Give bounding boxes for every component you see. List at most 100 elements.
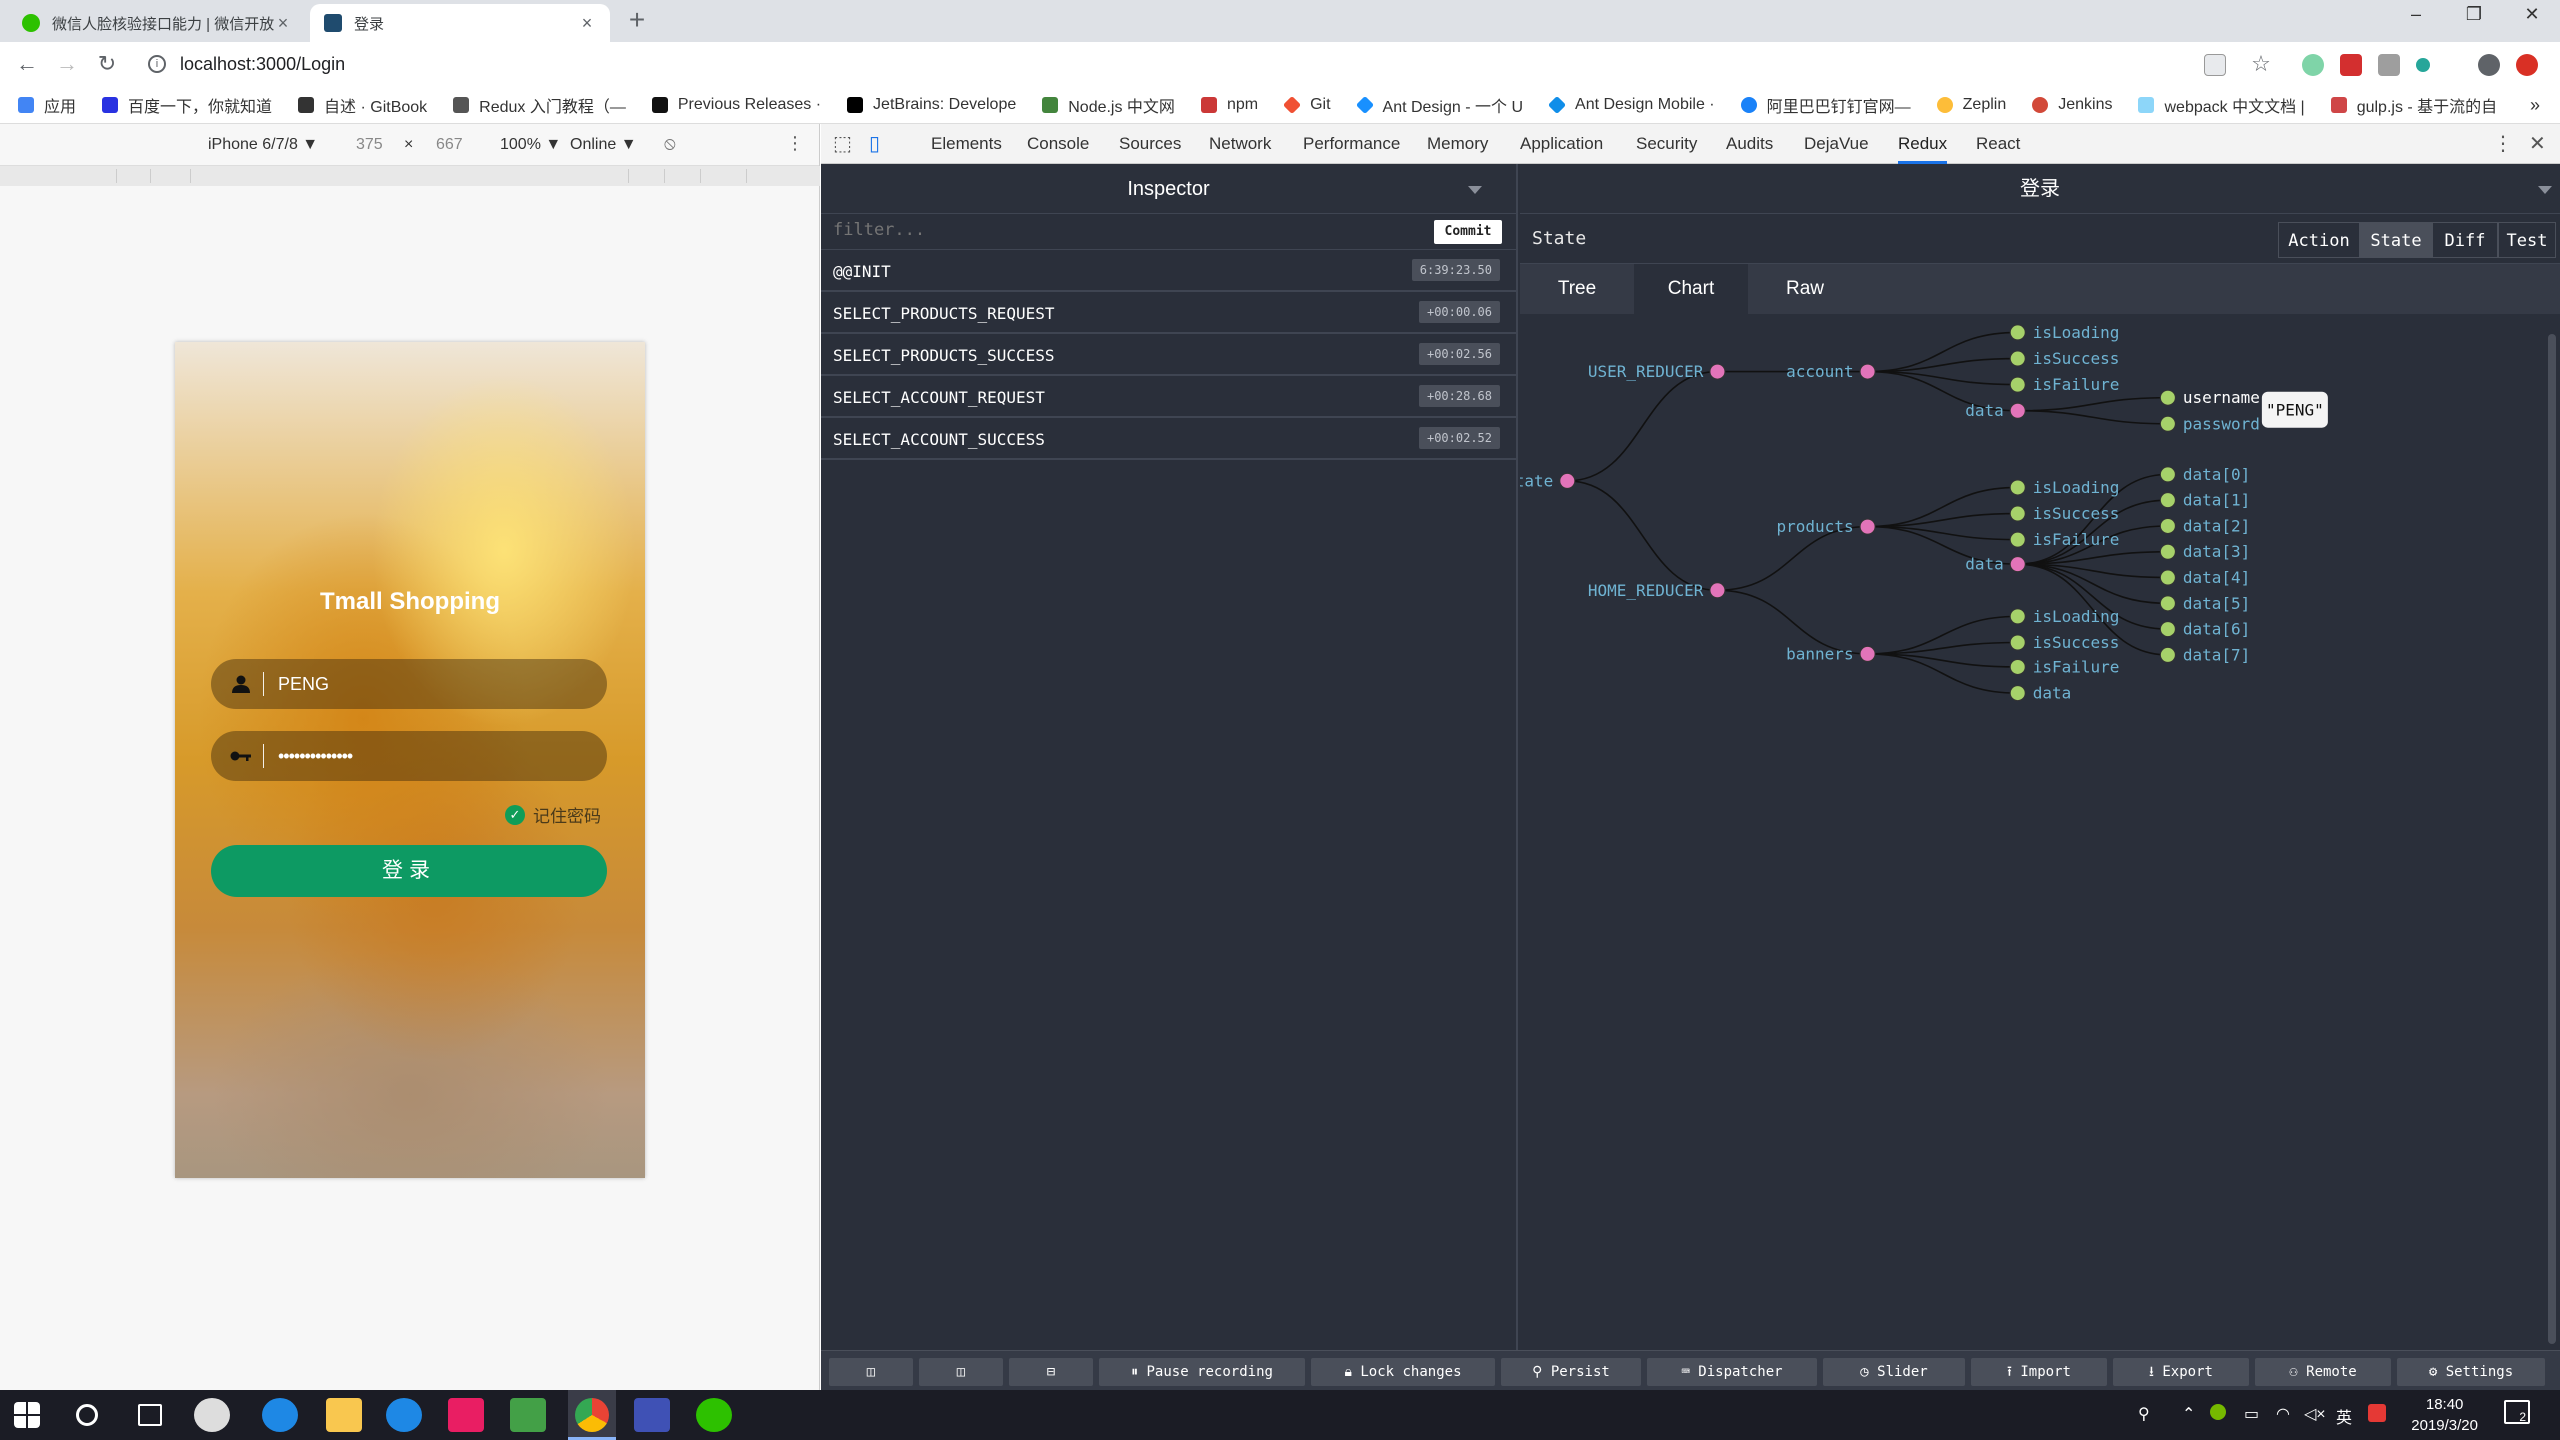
tab-elements[interactable]: Elements [931, 124, 1002, 164]
new-tab-button[interactable]: + [622, 6, 652, 36]
bookmark-item[interactable]: JetBrains: Develope [847, 96, 1016, 114]
view-tab-raw[interactable]: Raw [1748, 264, 1862, 314]
window-close-button[interactable]: ✕ [2504, 4, 2560, 34]
tree-node-item7[interactable] [2159, 646, 2176, 663]
tree-node-ban-isLoading[interactable] [2009, 608, 2026, 625]
tree-node-ban-data[interactable] [2009, 685, 2026, 702]
reload-button[interactable]: ↻ [92, 50, 122, 80]
extension-icon[interactable] [2516, 54, 2538, 76]
tree-node-acc-isLoading[interactable] [2009, 324, 2026, 341]
bookmark-item[interactable]: Ant Design Mobile · [1547, 95, 1715, 114]
tab-audits[interactable]: Audits [1726, 124, 1773, 164]
action-list-item[interactable]: SELECT_ACCOUNT_SUCCESS +00:02.52 [821, 418, 1516, 460]
rotate-icon[interactable]: ⦸ [664, 133, 676, 154]
info-icon[interactable]: i [148, 55, 166, 73]
view-tab-chart[interactable]: Chart [1634, 264, 1748, 314]
forward-button[interactable]: → [52, 50, 82, 80]
username-input[interactable] [278, 673, 598, 695]
tab-security[interactable]: Security [1636, 124, 1697, 164]
more-options-icon[interactable]: ⋮ [786, 133, 804, 154]
edge-icon[interactable] [262, 1398, 298, 1432]
username-field[interactable] [211, 659, 607, 709]
settings-button[interactable]: ⚙ Settings [2397, 1358, 2545, 1386]
monitor-dropdown-icon[interactable] [2538, 186, 2552, 194]
tray-app-icon[interactable] [2210, 1404, 2226, 1420]
bookmark-item[interactable]: Previous Releases · [651, 96, 821, 114]
tab-console[interactable]: Console [1027, 124, 1089, 164]
bookmark-item[interactable]: webpack 中文文档 | [2138, 93, 2305, 117]
device-height[interactable]: 667 [436, 136, 463, 154]
bookmark-item[interactable]: 应用 [18, 93, 76, 117]
filter-input[interactable] [833, 220, 1333, 240]
action-list-item[interactable]: SELECT_PRODUCTS_REQUEST +00:00.06 [821, 292, 1516, 334]
bookmark-item[interactable]: 百度一下，你就知道 [102, 93, 272, 117]
network-throttle-select[interactable]: Online ▼ [570, 136, 637, 154]
password-input[interactable]: •••••••••••••• [278, 746, 353, 767]
tree-node-item4[interactable] [2159, 569, 2176, 586]
tab-sources[interactable]: Sources [1119, 124, 1181, 164]
tree-node-ban-isFailure[interactable] [2009, 658, 2026, 675]
bookmark-item[interactable]: 阿里巴巴钉钉官网— [1740, 93, 1911, 117]
action-list-item[interactable]: SELECT_PRODUCTS_SUCCESS +00:02.56 [821, 334, 1516, 376]
bookmark-item[interactable]: Redux 入门教程（— [453, 93, 626, 117]
browser-tab-wechat[interactable]: 微信人脸核验接口能力 | 微信开放 × [8, 4, 306, 42]
slider-button[interactable]: ◷ Slider [1823, 1358, 1965, 1386]
bookmark-item[interactable]: gulp.js - 基于流的自 [2330, 93, 2497, 117]
tree-node-prod-isSuccess[interactable] [2009, 505, 2026, 522]
bookmark-item[interactable]: Git [1283, 95, 1331, 114]
bookmark-item[interactable]: Jenkins [2032, 96, 2112, 114]
extension-icon[interactable] [2340, 54, 2362, 76]
segment-action[interactable]: Action [2278, 222, 2360, 258]
tree-node-prod-isFailure[interactable] [2009, 531, 2026, 548]
tab-application[interactable]: Application [1520, 124, 1603, 164]
tree-node-acc-isSuccess[interactable] [2009, 350, 2026, 367]
pinned-app-icon[interactable] [194, 1398, 230, 1432]
profile-avatar-icon[interactable] [2478, 54, 2500, 76]
more-options-icon[interactable]: ⋮ [2493, 124, 2513, 164]
action-list-item[interactable]: @@INIT 6:39:23.50 [821, 250, 1516, 292]
wifi-icon[interactable]: ◠ [2276, 1404, 2290, 1424]
tree-node-item3[interactable] [2159, 543, 2176, 560]
intellij-icon[interactable] [448, 1398, 484, 1432]
extension-icon[interactable] [2302, 54, 2324, 76]
remember-password-checkbox[interactable]: ✓ 记住密码 [505, 802, 601, 827]
battery-icon[interactable]: ▭ [2244, 1404, 2259, 1424]
tray-app-icon[interactable] [2368, 1404, 2386, 1422]
tab-network[interactable]: Network [1209, 124, 1271, 164]
tree-node-password[interactable] [2159, 415, 2176, 432]
tab-memory[interactable]: Memory [1427, 124, 1488, 164]
extension-icon[interactable] [2416, 58, 2430, 72]
address-bar[interactable]: i localhost:3000/Login [136, 47, 2286, 81]
export-button[interactable]: ⭳ Export [2113, 1358, 2249, 1386]
segment-state[interactable]: State [2360, 222, 2432, 258]
bookmark-star-icon[interactable]: ☆ [2250, 53, 2272, 76]
commit-button[interactable]: Commit [1434, 220, 1502, 244]
login-button[interactable]: 登录 [211, 845, 607, 897]
tree-node-prod-isLoading[interactable] [2009, 479, 2026, 496]
bookmark-item[interactable]: Node.js 中文网 [1042, 93, 1175, 117]
task-view-icon[interactable] [138, 1404, 162, 1426]
inspector-dropdown-icon[interactable] [1468, 186, 1482, 194]
password-field[interactable]: •••••••••••••• [211, 731, 607, 781]
taskbar-clock[interactable]: 18:40 2019/3/20 [2411, 1394, 2478, 1436]
bookmark-item[interactable]: Ant Design - 一个 U [1355, 93, 1523, 117]
bookmarks-overflow-icon[interactable]: » [2530, 95, 2540, 116]
back-button[interactable]: ← [12, 50, 42, 80]
minimize-button[interactable]: – [2388, 4, 2444, 34]
tray-expand-icon[interactable]: ⌃ [2182, 1404, 2195, 1424]
bookmark-item[interactable]: 自述 · GitBook [298, 93, 427, 117]
lock-changes-button[interactable]: 🔒︎ Lock changes [1311, 1358, 1495, 1386]
device-select[interactable]: iPhone 6/7/8 ▼ [208, 136, 318, 154]
persist-button[interactable]: ⚲ Persist [1501, 1358, 1641, 1386]
people-icon[interactable]: ⚲ [2138, 1404, 2150, 1424]
layout-left-icon[interactable]: ◫ [829, 1358, 913, 1386]
view-tab-tree[interactable]: Tree [1520, 264, 1634, 314]
tab-react[interactable]: React [1976, 124, 2020, 164]
zoom-select[interactable]: 100% ▼ [500, 136, 561, 154]
media-query-bar[interactable] [0, 166, 820, 186]
close-icon[interactable]: × [578, 13, 596, 34]
tree-node-username[interactable] [2159, 389, 2176, 406]
tree-node-account[interactable] [1859, 363, 1876, 380]
device-width[interactable]: 375 [356, 136, 383, 154]
dispatcher-button[interactable]: ⌨ Dispatcher [1647, 1358, 1817, 1386]
